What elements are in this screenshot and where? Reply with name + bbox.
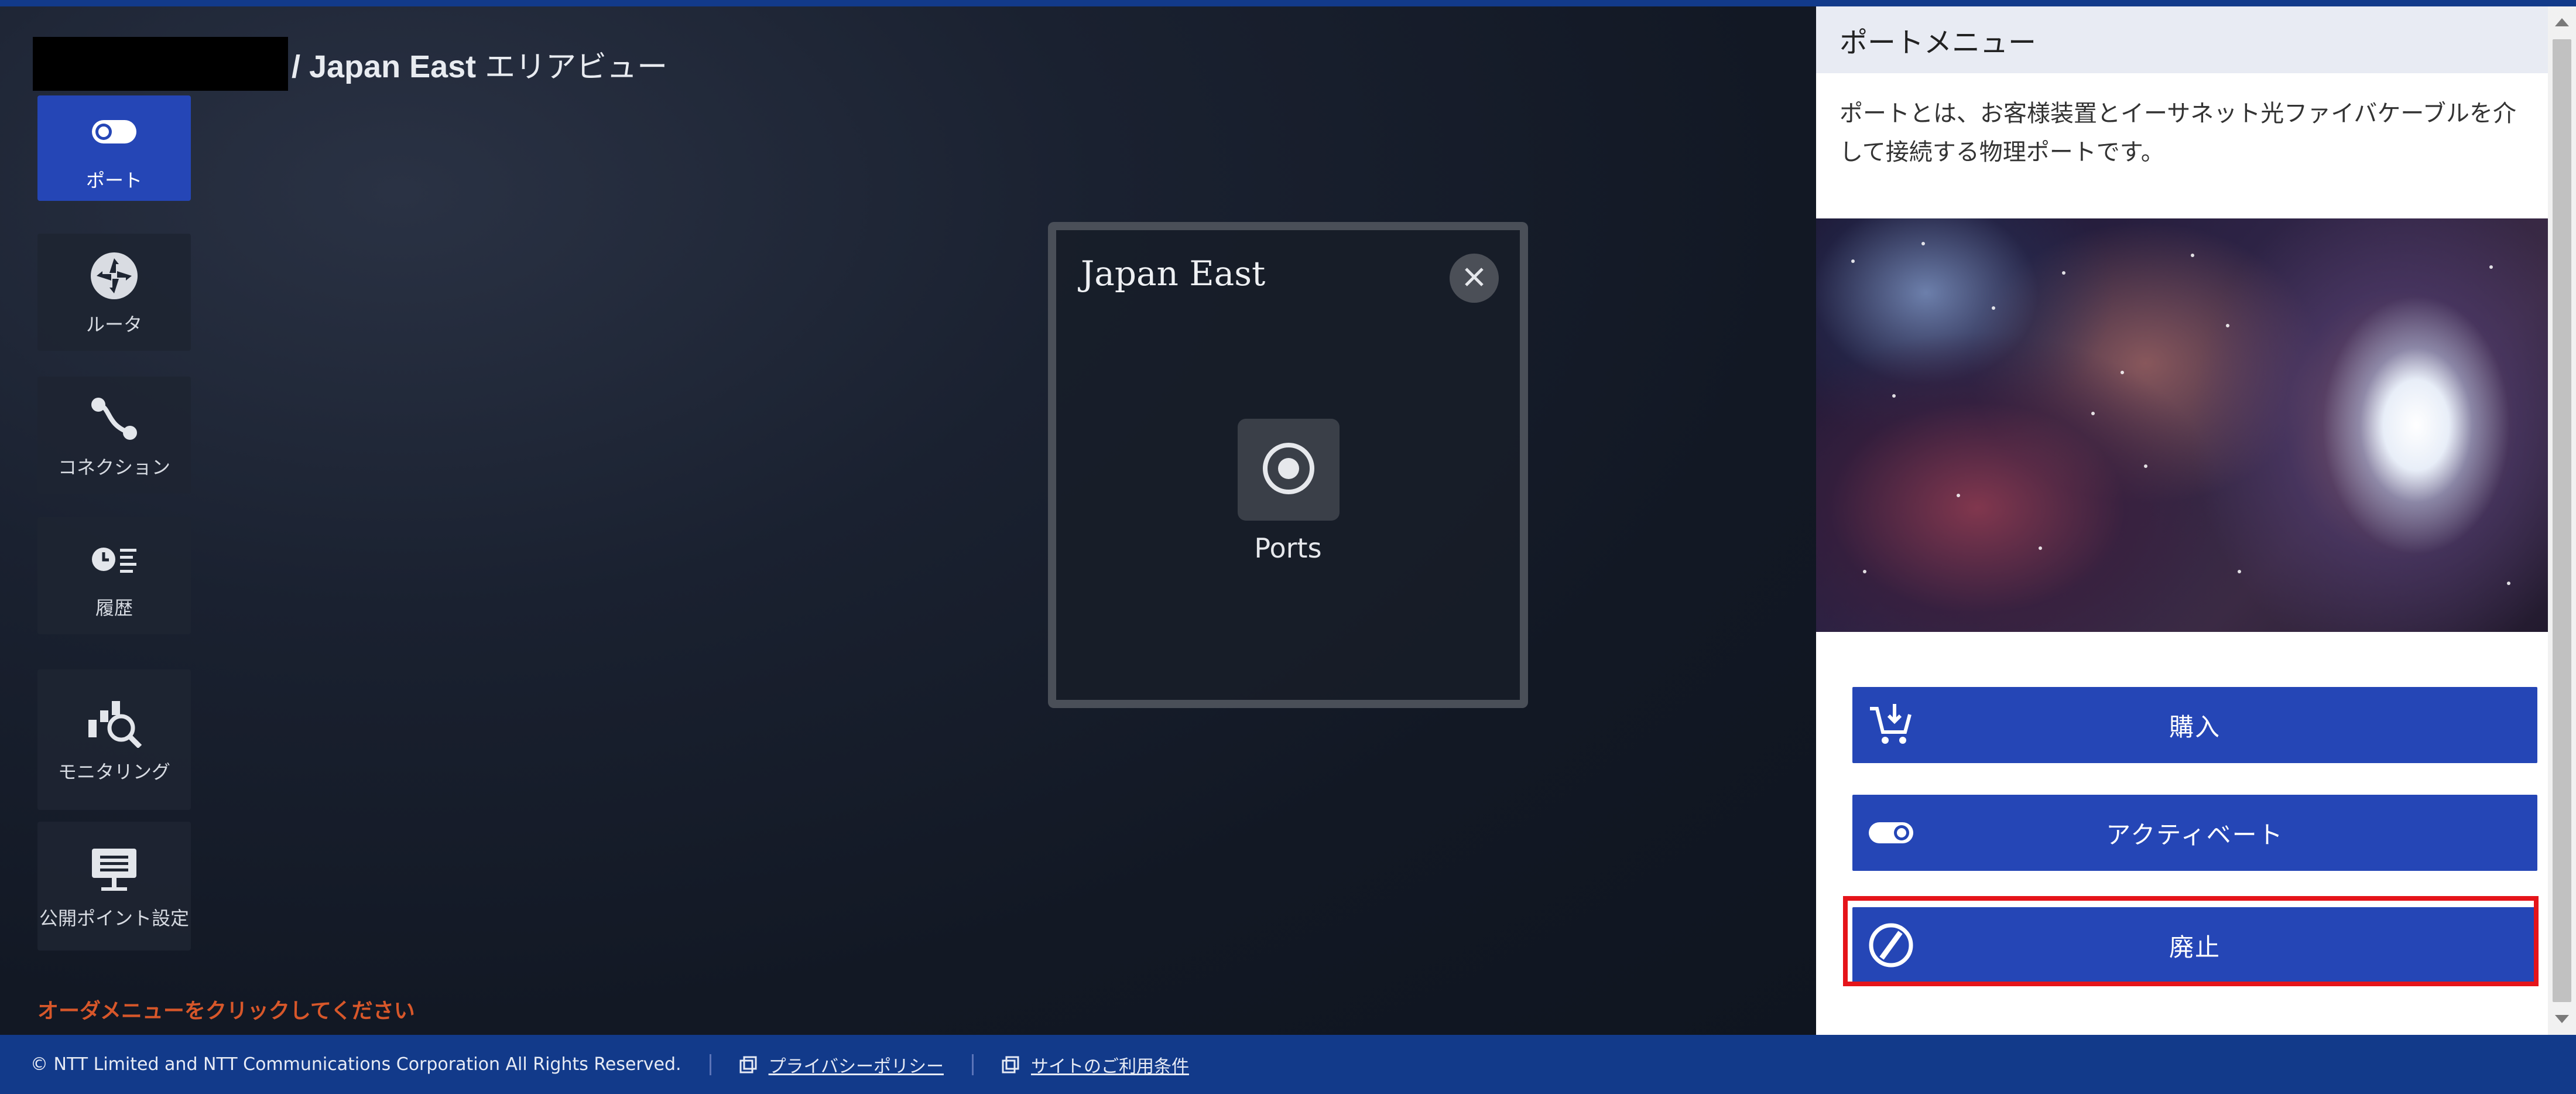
- sidebar-item-monitoring[interactable]: モニタリング: [37, 669, 191, 810]
- activate-button[interactable]: アクティベート: [1852, 795, 2537, 871]
- privacy-policy-label: プライバシーポリシー: [768, 1056, 944, 1077]
- sidebar-item-public-point[interactable]: 公開ポイント設定: [37, 822, 191, 951]
- port-menu-panel: ポートメニュー ポートとは、お客様装置とイーサネット光ファイバケーブルを介して接…: [1816, 6, 2548, 1035]
- sidebar-item-history[interactable]: 履歴: [37, 517, 191, 634]
- privacy-policy-link[interactable]: プライバシーポリシー: [739, 1052, 944, 1078]
- sidebar-item-label: 公開ポイント設定: [39, 907, 189, 929]
- page-title-suffix: エリアビュー: [485, 49, 668, 85]
- external-link-icon: [739, 1056, 757, 1073]
- panel-scrollbar[interactable]: [2548, 6, 2576, 1035]
- close-button[interactable]: [1450, 254, 1499, 303]
- top-accent-line: [0, 0, 2576, 6]
- page-title-area: / Japan East: [292, 49, 477, 84]
- close-icon: [1462, 265, 1486, 291]
- scroll-down-icon[interactable]: [2555, 1015, 2569, 1023]
- area-view: / Japan East エリアビュー ポート ルータ コネクション 履歴 モニ…: [0, 6, 1816, 1035]
- ports-label[interactable]: Ports: [1056, 532, 1520, 564]
- public-point-icon: [86, 842, 142, 898]
- page-title: / Japan East エリアビュー: [292, 42, 667, 86]
- terms-label: サイトのご利用条件: [1030, 1056, 1189, 1077]
- external-link-icon: [1002, 1056, 1019, 1073]
- sidebar-item-label: ルータ: [85, 313, 142, 336]
- monitoring-icon: [86, 695, 142, 751]
- sidebar-item-router[interactable]: ルータ: [37, 234, 191, 351]
- sidebar-item-label: ポート: [85, 169, 142, 192]
- copyright-text: © NTT Limited and NTT Communications Cor…: [30, 1054, 681, 1075]
- ports-tile[interactable]: [1238, 419, 1340, 521]
- sidebar-item-label: 履歴: [95, 597, 133, 619]
- toggle-on-icon: [1868, 809, 1914, 856]
- purchase-label: 購入: [2169, 712, 2221, 741]
- purchase-button[interactable]: 購入: [1852, 687, 2537, 763]
- sidebar-item-connection[interactable]: コネクション: [37, 377, 191, 494]
- highlight-frame: [1843, 896, 2539, 986]
- radio-port-icon: [1260, 440, 1317, 499]
- scroll-thumb[interactable]: [2553, 39, 2571, 1002]
- order-menu-hint: オーダメニューをクリックしてください: [37, 999, 415, 1023]
- footer-divider: [709, 1054, 711, 1075]
- sidebar-item-label: コネクション: [57, 456, 170, 478]
- terms-link[interactable]: サイトのご利用条件: [1002, 1052, 1189, 1078]
- panel-header: ポートメニュー: [1816, 6, 2548, 73]
- sidebar-item-port[interactable]: ポート: [37, 95, 191, 201]
- page-title-bar: / Japan East エリアビュー: [33, 35, 667, 93]
- panel-description: ポートとは、お客様装置とイーサネット光ファイバケーブルを介して接続する物理ポート…: [1839, 100, 2516, 166]
- cart-download-icon: [1868, 702, 1914, 748]
- scroll-up-icon[interactable]: [2555, 18, 2569, 26]
- history-icon: [86, 531, 142, 587]
- footer-divider: [971, 1054, 974, 1075]
- redacted-tenant-name: [33, 37, 288, 91]
- galaxy-image: [1816, 218, 2548, 632]
- panel-title: ポートメニュー: [1839, 26, 2037, 59]
- sidebar-item-label: モニタリング: [57, 761, 170, 783]
- router-icon: [86, 248, 142, 304]
- dialog-title: Japan East: [1081, 254, 1266, 293]
- activate-label: アクティベート: [2106, 820, 2284, 849]
- port-toggle-icon: [86, 104, 142, 160]
- area-dialog: Japan East Ports: [1048, 222, 1528, 708]
- connection-icon: [86, 391, 142, 447]
- footer: © NTT Limited and NTT Communications Cor…: [0, 1035, 2576, 1094]
